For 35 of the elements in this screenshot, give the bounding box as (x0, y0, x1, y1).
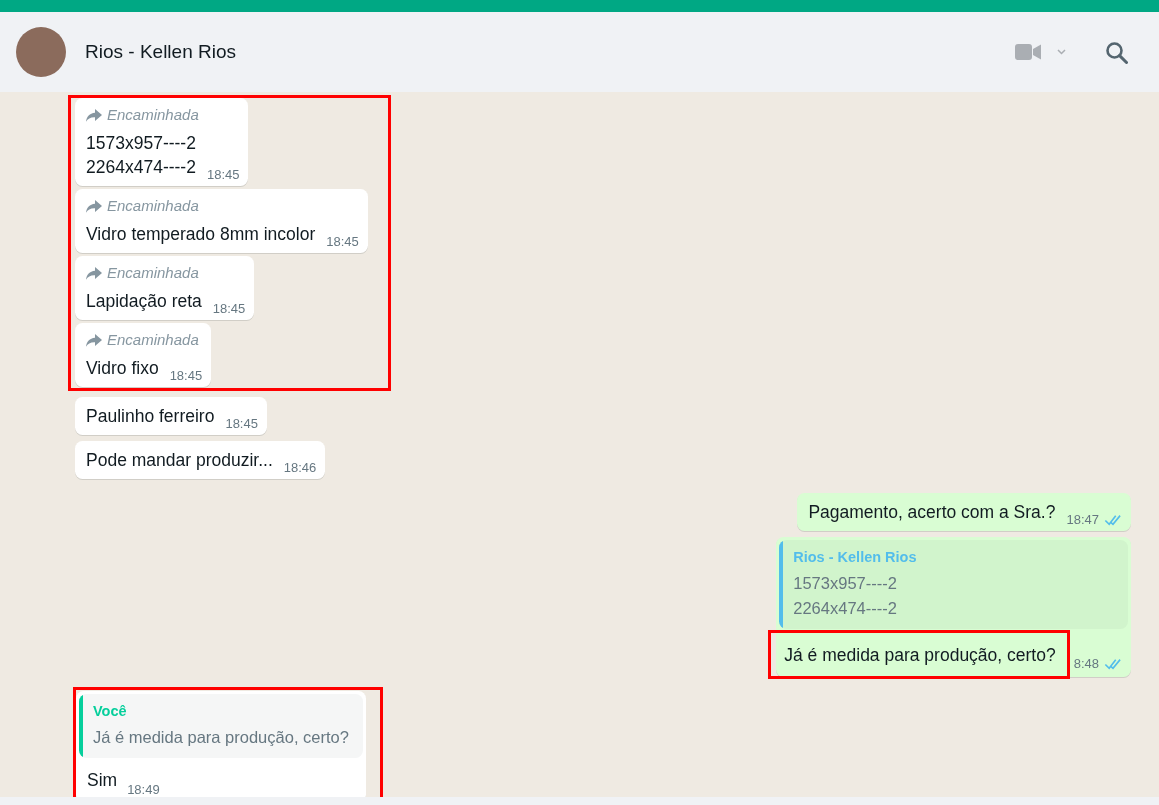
message-time: 18:45 (225, 416, 258, 431)
message-time: 18:49 (127, 782, 160, 797)
forward-icon (86, 266, 102, 280)
message-text: Vidro fixo (86, 357, 159, 380)
message-text: Lapidação reta (86, 290, 202, 313)
forward-icon (86, 333, 102, 347)
forward-icon (86, 108, 102, 122)
chevron-down-icon[interactable] (1057, 49, 1066, 55)
forwarded-label: Encaminhada (107, 105, 199, 125)
avatar (16, 27, 66, 77)
message-time: 8:48 (1073, 656, 1099, 671)
video-camera-icon[interactable] (1015, 43, 1041, 61)
message-time: 18:45 (206, 167, 240, 182)
message-text: Vidro temperado 8mm incolor (86, 223, 316, 246)
message-text: Pagamento, acerto com a Sra.? (808, 501, 1056, 524)
message-time: 18:45 (212, 301, 246, 316)
forwarded-label: Encaminhada (107, 196, 199, 216)
message-time: 18:45 (326, 234, 359, 249)
quote-author: Você (93, 702, 128, 721)
quote-text: 1573x957----2 2264x474----2 (793, 573, 898, 619)
contact-name: Rios - Kellen Rios (85, 40, 236, 64)
forward-icon (86, 199, 102, 213)
message-text: Sim (86, 769, 118, 792)
forwarded-label: Encaminhada (107, 330, 199, 350)
quote-text: Já é medida para produção, certo? (93, 727, 349, 748)
message-text: 1573x957----2 2264x474----2 (86, 132, 196, 179)
message-time: 18:46 (283, 460, 317, 475)
message-time: 18:47 (1066, 512, 1099, 527)
message-text: Já é medida para produção, certo? (784, 644, 1056, 667)
quote-author: Rios - Kellen Rios (793, 548, 917, 567)
message-text: Pode mandar produzir... (86, 449, 273, 472)
message-text: Paulinho ferreiro (86, 405, 215, 428)
message-time: 18:45 (169, 368, 203, 383)
forwarded-label: Encaminhada (107, 263, 199, 283)
search-icon[interactable] (1105, 40, 1128, 64)
